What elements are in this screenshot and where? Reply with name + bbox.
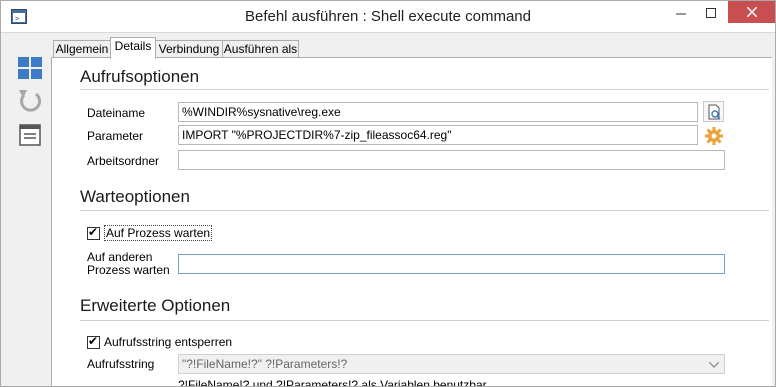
workdir-label: Arbeitsordner <box>87 154 160 168</box>
parameter-field[interactable]: IMPORT "%PROJECTDIR%7-zip_fileassoc64.re… <box>178 125 698 145</box>
checkbox-box: ✔ <box>87 333 100 349</box>
maximize-button[interactable] <box>696 1 726 25</box>
grid-view-button[interactable] <box>17 55 43 81</box>
section-divider <box>80 210 769 211</box>
wait-process-label: Auf Prozess warten <box>104 225 213 241</box>
call-string-select[interactable]: "?!FileName!?" ?!Parameters!? <box>178 354 725 374</box>
wait-other-label-line2: Prozess warten <box>87 263 170 277</box>
window-right-edge <box>772 33 775 386</box>
section-divider <box>80 89 769 90</box>
tab-verbindung[interactable]: Verbindung <box>155 40 223 58</box>
wait-process-checkbox[interactable]: ✔ Auf Prozess warten <box>87 224 213 241</box>
close-icon <box>746 7 757 17</box>
tab-allgemein[interactable]: Allgemein <box>53 40 111 58</box>
parameter-options-button[interactable] <box>703 125 724 146</box>
browse-file-icon <box>708 104 721 120</box>
call-string-label: Aufrufsstring <box>87 357 155 371</box>
details-panel: Aufrufsoptionen Dateiname %WINDIR%sysnat… <box>51 57 775 387</box>
section-title-advanced-options: Erweiterte Optionen <box>80 296 231 315</box>
filename-label: Dateiname <box>87 106 146 120</box>
unlock-call-string-checkbox[interactable]: ✔ Aufrufsstring entsperren <box>87 335 232 349</box>
unlock-call-string-label: Aufrufsstring entsperren <box>104 335 233 349</box>
section-divider <box>80 320 769 321</box>
browse-file-button[interactable] <box>703 101 724 122</box>
checkbox-box: ✔ <box>87 224 100 240</box>
minimize-button[interactable] <box>666 1 696 25</box>
window-title: Befehl ausführen : Shell execute command <box>244 8 531 25</box>
call-string-value: "?!FileName!?" ?!Parameters!? <box>182 357 348 371</box>
wait-other-label: Auf anderen Prozess warten <box>87 251 170 277</box>
undo-button[interactable] <box>17 88 43 114</box>
grid-icon <box>18 57 42 79</box>
left-toolbar <box>1 33 50 386</box>
variables-hint: ?!FileName!? und ?!Parameters!? als Vari… <box>178 378 487 387</box>
check-icon: ✔ <box>88 224 99 239</box>
dialog-window: > Befehl ausführen : Shell execute comma… <box>0 0 776 387</box>
workdir-field[interactable] <box>178 150 725 170</box>
gear-icon <box>704 126 723 145</box>
tab-details[interactable]: Details <box>110 37 156 59</box>
check-icon: ✔ <box>88 333 99 348</box>
chevron-down-icon <box>709 362 719 368</box>
maximize-icon <box>706 8 716 18</box>
title-bar: > Befehl ausführen : Shell execute comma… <box>1 1 775 33</box>
tab-ausfuehren-als[interactable]: Ausführen als <box>222 40 299 58</box>
parameter-label: Parameter <box>87 129 144 143</box>
properties-button[interactable] <box>17 122 43 148</box>
section-title-call-options: Aufrufsoptionen <box>80 67 200 86</box>
wait-other-field[interactable] <box>178 254 725 274</box>
close-button[interactable] <box>728 1 775 23</box>
section-title-wait-options: Warteoptionen <box>80 187 190 206</box>
filename-field[interactable]: %WINDIR%sysnative\reg.exe <box>178 102 698 122</box>
minimize-icon <box>676 13 686 15</box>
undo-icon <box>19 90 41 112</box>
properties-icon <box>19 124 41 146</box>
